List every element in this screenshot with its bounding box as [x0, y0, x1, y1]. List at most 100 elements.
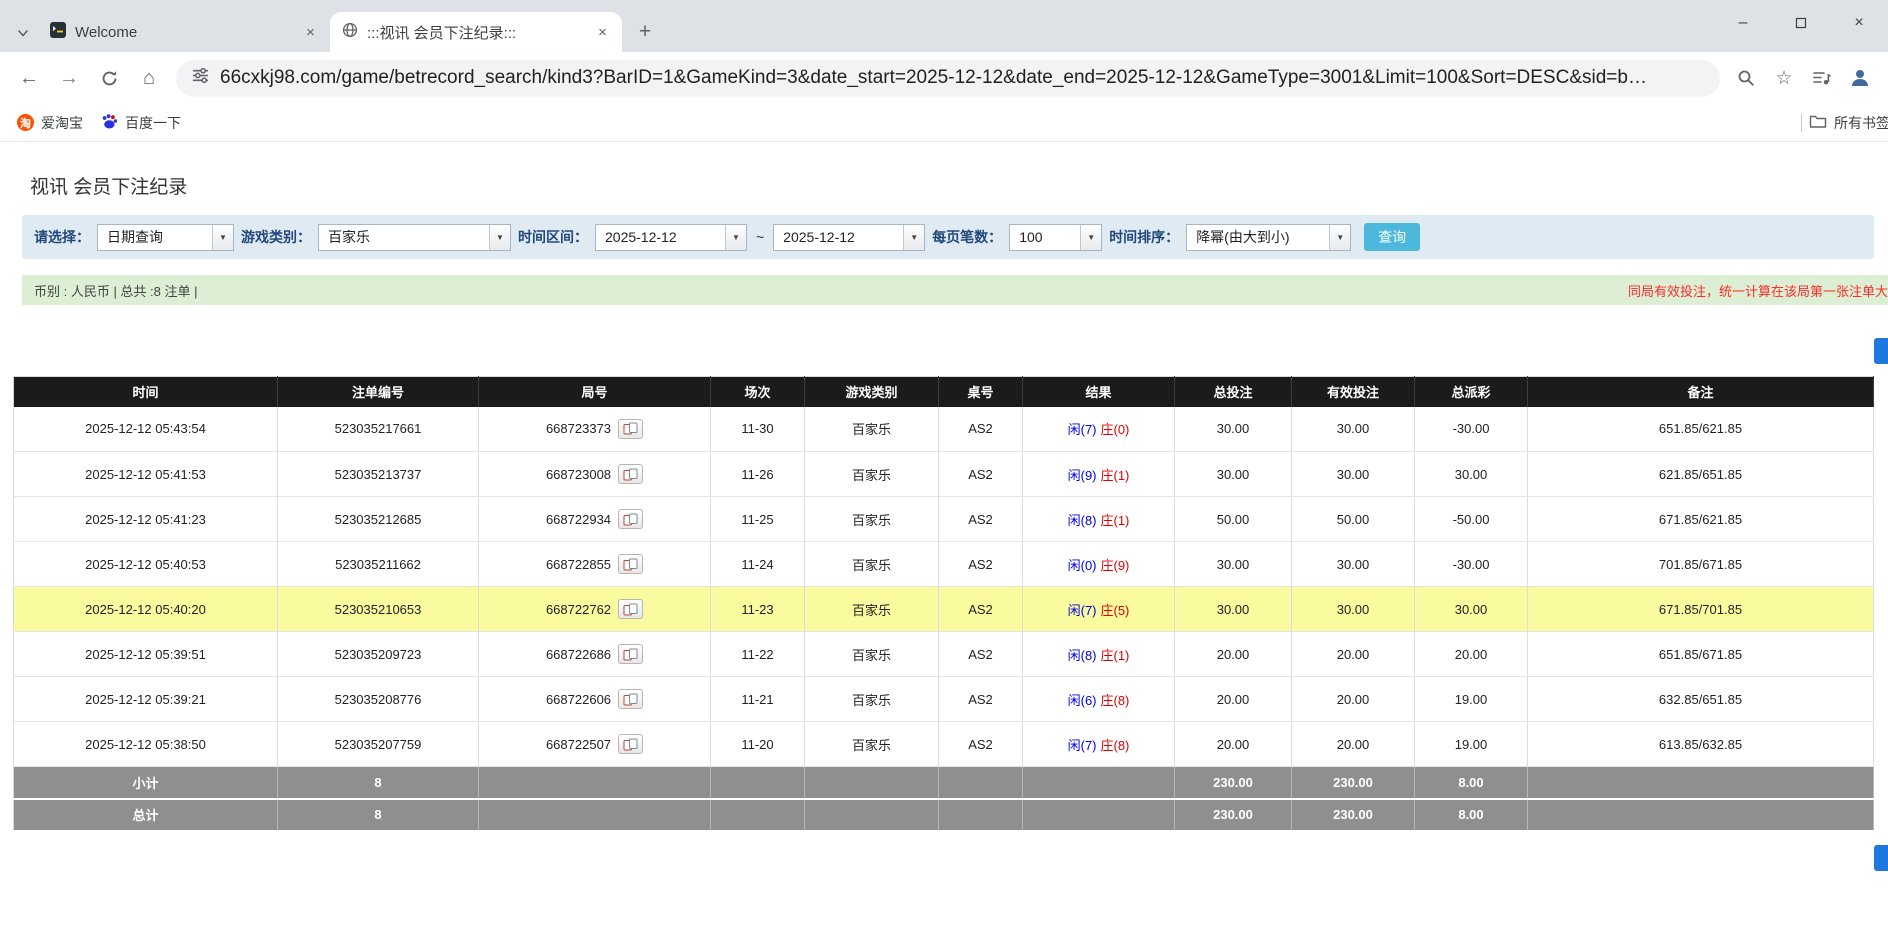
currency-summary: 币别 : 人民币 | 总共 :8 注单 |	[34, 281, 198, 300]
game-type-value: 百家乐	[319, 225, 489, 250]
game-type-select[interactable]: 百家乐 ▼	[318, 224, 511, 251]
chevron-down-icon[interactable]: ▼	[1080, 225, 1101, 250]
sort-select[interactable]: 降幂(由大到小) ▼	[1186, 224, 1351, 251]
round-number: 668722855	[546, 557, 611, 572]
scroll-indicator-top[interactable]	[1874, 338, 1888, 364]
bookmarks-bar: 淘 爱淘宝 百度一下 所有书签	[0, 104, 1888, 142]
back-icon[interactable]: ←	[10, 59, 48, 97]
address-bar[interactable]: 66cxkj98.com/game/betrecord_search/kind3…	[176, 60, 1720, 97]
browser-toolbar: ← → ⌂ 66cxkj98.com/game/betrecord_search…	[0, 52, 1888, 104]
cell-round: 668722606	[479, 677, 711, 722]
result-player: 闲(7)	[1068, 738, 1097, 753]
cell-total-bet[interactable]: 20.00	[1175, 677, 1292, 722]
close-window-button[interactable]: ×	[1830, 0, 1888, 46]
reload-icon[interactable]	[90, 59, 128, 97]
baidu-paw-icon	[101, 113, 118, 133]
result-player: 闲(0)	[1068, 558, 1097, 573]
cell-round: 668723373	[479, 407, 711, 452]
col-round: 局号	[479, 377, 711, 407]
date-end-input[interactable]: 2025-12-12 ▼	[773, 224, 925, 251]
sort-value: 降幂(由大到小)	[1187, 225, 1329, 250]
cell-table-no: AS2	[939, 407, 1023, 452]
bet-records-table: 时间 注单编号 局号 场次 游戏类别 桌号 结果 总投注 有效投注 总派彩 备注…	[13, 376, 1874, 832]
cell-total-bet[interactable]: 20.00	[1175, 722, 1292, 767]
cell-valid-bet: 30.00	[1292, 407, 1415, 452]
home-icon[interactable]: ⌂	[130, 59, 168, 97]
cell-total-bet[interactable]: 50.00	[1175, 497, 1292, 542]
result-player: 闲(8)	[1068, 648, 1097, 663]
zoom-icon[interactable]	[1728, 60, 1764, 96]
cell-total-bet[interactable]: 20.00	[1175, 632, 1292, 677]
minimize-button[interactable]: –	[1714, 0, 1772, 46]
table-row[interactable]: 2025-12-12 05:38:50523035207759668722507…	[14, 722, 1874, 767]
table-row[interactable]: 2025-12-12 05:39:51523035209723668722686…	[14, 632, 1874, 677]
view-cards-button[interactable]	[618, 509, 643, 529]
site-settings-icon[interactable]	[192, 67, 209, 89]
close-tab-icon[interactable]: ×	[593, 23, 612, 42]
cell-table-no: AS2	[939, 497, 1023, 542]
profile-avatar[interactable]	[1842, 60, 1878, 96]
table-row[interactable]: 2025-12-12 05:40:53523035211662668722855…	[14, 542, 1874, 587]
chevron-down-icon[interactable]: ▼	[725, 225, 746, 250]
cell-time: 2025-12-12 05:41:23	[14, 497, 278, 542]
empty-cell	[805, 799, 939, 831]
view-cards-button[interactable]	[618, 419, 643, 439]
cell-total-bet[interactable]: 30.00	[1175, 407, 1292, 452]
forward-icon[interactable]: →	[50, 59, 88, 97]
cell-table-no: AS2	[939, 452, 1023, 497]
bookmark-aitaobao[interactable]: 淘 爱淘宝	[8, 109, 92, 137]
chevron-down-icon[interactable]: ▼	[903, 225, 924, 250]
table-row[interactable]: 2025-12-12 05:43:54523035217661668723373…	[14, 407, 1874, 452]
col-table-no: 桌号	[939, 377, 1023, 407]
maximize-button[interactable]	[1772, 0, 1830, 46]
cell-result: 闲(7)庄(0)	[1023, 407, 1175, 452]
search-button[interactable]: 查询	[1364, 223, 1420, 251]
cell-time: 2025-12-12 05:40:20	[14, 587, 278, 632]
game-type-label: 游戏类别：	[241, 227, 311, 247]
cell-total-bet[interactable]: 30.00	[1175, 587, 1292, 632]
chevron-down-icon[interactable]: ▼	[212, 225, 233, 250]
cell-game-type: 百家乐	[805, 407, 939, 452]
cell-table-no: AS2	[939, 632, 1023, 677]
bookmark-baidu[interactable]: 百度一下	[92, 109, 190, 137]
chevron-down-icon[interactable]: ▼	[1329, 225, 1350, 250]
table-row[interactable]: 2025-12-12 05:41:53523035213737668723008…	[14, 452, 1874, 497]
media-controls-icon[interactable]	[1804, 60, 1840, 96]
view-cards-button[interactable]	[618, 689, 643, 709]
subtotal-payout: 8.00	[1415, 767, 1528, 799]
cell-total-bet[interactable]: 30.00	[1175, 452, 1292, 497]
col-result: 结果	[1023, 377, 1175, 407]
view-cards-button[interactable]	[618, 734, 643, 754]
query-type-select[interactable]: 日期查询 ▼	[97, 224, 234, 251]
tab-bet-records[interactable]: :::视讯 会员下注纪录::: ×	[330, 12, 622, 52]
tab-search-chevron-icon[interactable]	[12, 22, 34, 44]
round-number: 668722686	[546, 647, 611, 662]
cell-valid-bet: 30.00	[1292, 587, 1415, 632]
table-row[interactable]: 2025-12-12 05:39:21523035208776668722606…	[14, 677, 1874, 722]
result-player: 闲(7)	[1068, 603, 1097, 618]
result-banker: 庄(8)	[1101, 738, 1130, 753]
scroll-indicator-bottom[interactable]	[1874, 845, 1888, 871]
cell-round: 668722507	[479, 722, 711, 767]
chevron-down-icon[interactable]: ▼	[489, 225, 510, 250]
close-tab-icon[interactable]: ×	[301, 23, 320, 42]
date-start-input[interactable]: 2025-12-12 ▼	[595, 224, 747, 251]
view-cards-button[interactable]	[618, 464, 643, 484]
round-number: 668722934	[546, 512, 611, 527]
round-number: 668723008	[546, 467, 611, 482]
table-header: 时间 注单编号 局号 场次 游戏类别 桌号 结果 总投注 有效投注 总派彩 备注	[14, 377, 1874, 407]
cell-total-bet[interactable]: 30.00	[1175, 542, 1292, 587]
cell-game-type: 百家乐	[805, 587, 939, 632]
page-size-select[interactable]: 100 ▼	[1009, 224, 1102, 251]
table-row[interactable]: 2025-12-12 05:41:23523035212685668722934…	[14, 497, 1874, 542]
bookmark-star-icon[interactable]: ☆	[1766, 60, 1802, 96]
all-bookmarks-button[interactable]: 所有书签	[1795, 104, 1888, 141]
cell-bet-id: 523035211662	[278, 542, 479, 587]
new-tab-button[interactable]: +	[630, 17, 660, 47]
view-cards-button[interactable]	[618, 599, 643, 619]
view-cards-button[interactable]	[618, 554, 643, 574]
view-cards-button[interactable]	[618, 644, 643, 664]
tab-welcome[interactable]: Welcome ×	[38, 12, 330, 52]
table-row[interactable]: 2025-12-12 05:40:20523035210653668722762…	[14, 587, 1874, 632]
empty-cell	[805, 767, 939, 799]
